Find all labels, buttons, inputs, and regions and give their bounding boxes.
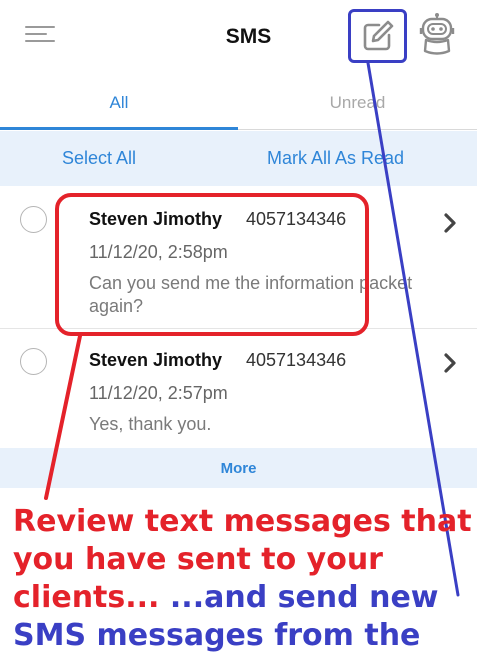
message-row[interactable]: Steven Jimothy 4057134346 11/12/20, 2:57… xyxy=(0,330,477,448)
compose-button[interactable] xyxy=(348,9,407,63)
promo-caption: Review text messages that you have sent … xyxy=(13,503,473,660)
select-checkbox[interactable] xyxy=(20,206,47,233)
message-body: Yes, thank you. xyxy=(89,414,212,434)
app-header: SMS xyxy=(0,0,477,75)
more-button[interactable]: More xyxy=(0,448,477,488)
tab-all[interactable]: All xyxy=(0,75,238,130)
message-date: 11/12/20, 2:57pm xyxy=(89,383,228,403)
sender-phone: 4057134346 xyxy=(246,350,347,370)
active-tab-indicator xyxy=(0,127,238,130)
sender-name: Steven Jimothy xyxy=(89,350,223,370)
select-checkbox[interactable] xyxy=(20,348,47,375)
chevron-right-icon[interactable] xyxy=(440,211,460,235)
tab-unread[interactable]: Unread xyxy=(238,75,477,130)
mark-all-read-button[interactable]: Mark All As Read xyxy=(267,131,404,186)
action-bar: Select All Mark All As Read xyxy=(0,131,477,186)
annotation-highlight-box xyxy=(55,193,369,336)
tab-bar: All Unread xyxy=(0,75,477,130)
compose-icon xyxy=(363,20,393,51)
robot-icon[interactable] xyxy=(418,12,456,56)
select-all-button[interactable]: Select All xyxy=(62,131,136,186)
chevron-right-icon[interactable] xyxy=(440,351,460,375)
